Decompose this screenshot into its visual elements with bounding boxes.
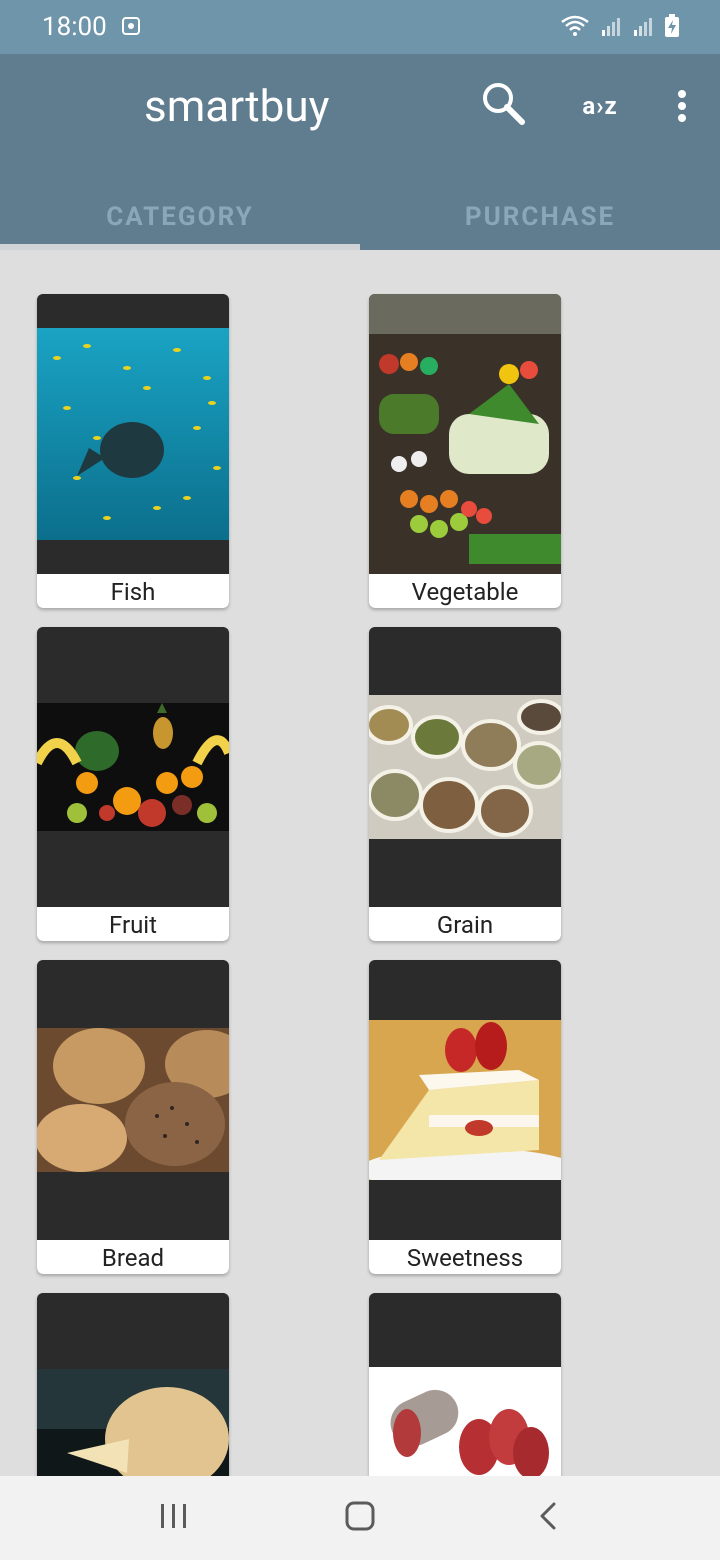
category-label: Fruit — [37, 907, 229, 941]
tab-purchase[interactable]: PURCHASE — [360, 184, 720, 250]
category-card-sweetness[interactable]: Sweetness — [369, 960, 561, 1274]
category-card-cheese[interactable] — [37, 1293, 229, 1476]
category-label: Bread — [37, 1240, 229, 1274]
category-label: Grain — [369, 907, 561, 941]
search-button[interactable] — [478, 80, 528, 130]
search-icon — [480, 80, 526, 130]
home-button[interactable] — [330, 1496, 390, 1540]
signal-icon — [632, 15, 654, 41]
category-card-grain[interactable]: Grain — [369, 627, 561, 941]
sweetness-image — [369, 1020, 561, 1180]
home-icon — [344, 1500, 376, 1536]
category-card-sausage[interactable] — [369, 1293, 561, 1476]
signal-icon — [600, 15, 622, 41]
tab-category[interactable]: CATEGORY — [0, 184, 360, 250]
sausage-image — [369, 1367, 561, 1476]
fruit-image — [37, 703, 229, 831]
category-card-bread[interactable]: Bread — [37, 960, 229, 1274]
more-vert-icon — [677, 89, 687, 127]
status-icons — [560, 14, 680, 42]
category-label: Vegetable — [369, 574, 561, 608]
status-time: 18:00 — [42, 12, 107, 42]
category-label: Fish — [37, 574, 229, 608]
wifi-icon — [560, 14, 590, 42]
cheese-image — [37, 1369, 229, 1476]
recent-apps-button[interactable] — [144, 1496, 204, 1540]
fish-image — [37, 328, 229, 540]
category-card-vegetable[interactable]: Vegetable — [369, 294, 561, 608]
app-bar: smartbuy a›z CATEGORY PURCHASE — [0, 54, 720, 250]
sort-az-button[interactable]: a›z — [576, 86, 624, 126]
bread-image — [37, 1028, 229, 1172]
category-grid: Fish Vegetable Fruit Grain Bread Sweetne… — [0, 250, 720, 1476]
back-button[interactable] — [518, 1496, 578, 1540]
category-card-fish[interactable]: Fish — [37, 294, 229, 608]
recent-apps-icon — [159, 1502, 189, 1534]
navigation-bar — [0, 1476, 720, 1560]
photo-notification-icon — [122, 17, 140, 39]
back-icon — [538, 1501, 558, 1535]
more-options-button[interactable] — [662, 84, 702, 132]
grain-image — [369, 695, 561, 839]
app-title: smartbuy — [144, 80, 330, 132]
vegetable-image — [369, 294, 561, 574]
category-label: Sweetness — [369, 1240, 561, 1274]
battery-charging-icon — [664, 14, 680, 42]
category-card-fruit[interactable]: Fruit — [37, 627, 229, 941]
status-bar: 18:00 — [0, 0, 720, 54]
